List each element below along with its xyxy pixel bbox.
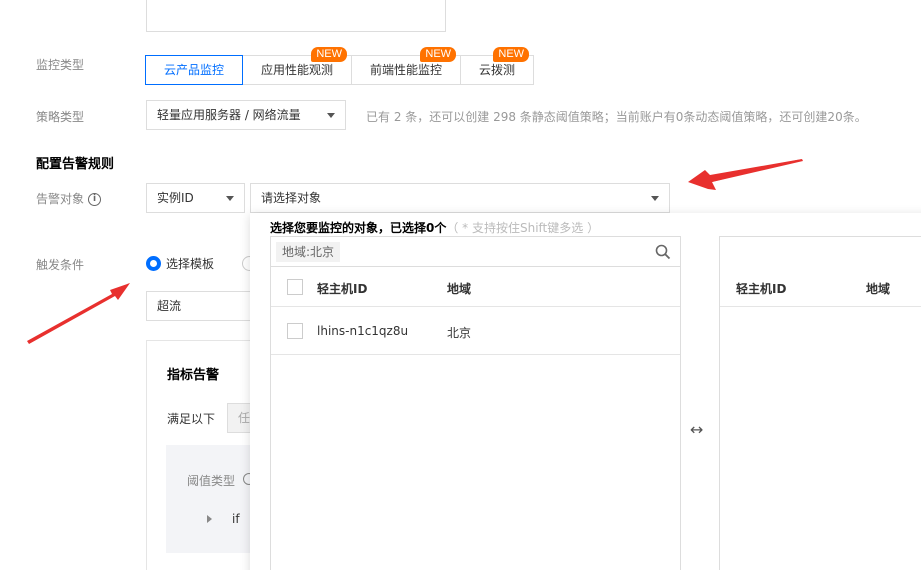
annotation-arrows <box>27 159 803 344</box>
annotation-arrow-object-tail <box>710 159 803 182</box>
tab-cloud-product-monitor[interactable]: 云产品监控 <box>145 55 244 85</box>
tab-label: 云产品监控 <box>164 63 225 77</box>
annotation-arrow-trigger <box>27 283 130 344</box>
